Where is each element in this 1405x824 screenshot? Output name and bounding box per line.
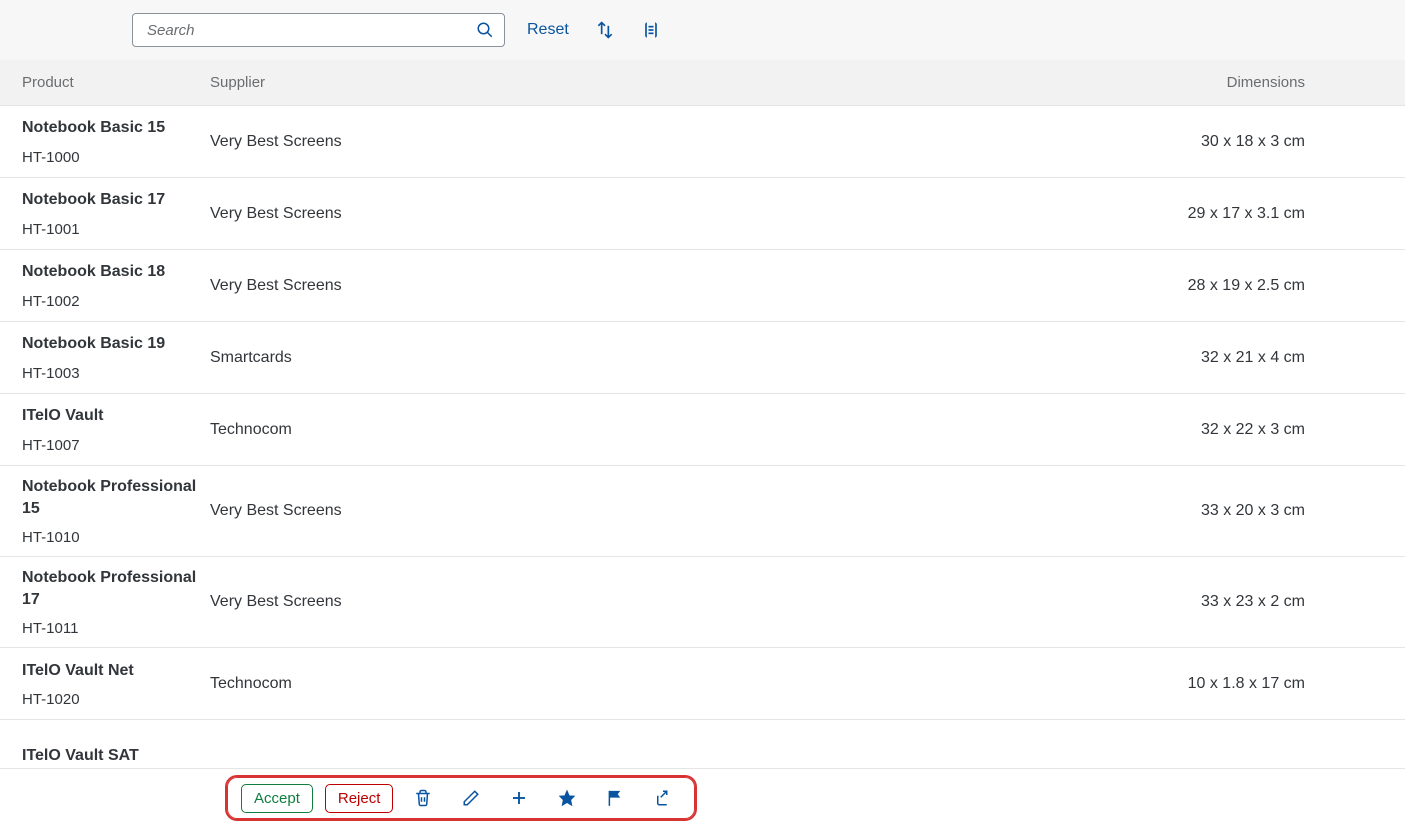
- cell-dimensions: 30 x 18 x 3 cm: [1085, 133, 1405, 151]
- product-name: ITelO Vault Net: [22, 660, 210, 682]
- table-row[interactable]: Notebook Basic 19 HT-1003Smartcards32 x 2…: [0, 322, 1405, 394]
- cell-product: ITelO Vault SAT: [0, 745, 210, 767]
- cell-product: Notebook Professional 15 HT-1010: [0, 476, 210, 546]
- star-icon: [558, 789, 576, 807]
- add-button[interactable]: [501, 781, 537, 815]
- plus-icon: [510, 789, 528, 807]
- pencil-icon: [462, 789, 480, 807]
- product-id: HT-1020: [22, 691, 210, 708]
- table-header: Product Supplier Dimensions: [0, 60, 1405, 106]
- share-button[interactable]: [645, 781, 681, 815]
- cell-supplier: Very Best Screens: [210, 277, 1085, 295]
- footer-bar: Accept Reject: [0, 768, 1405, 824]
- table-row[interactable]: ITelO Vault Net HT-1020Technocom10 x 1.8 …: [0, 648, 1405, 720]
- table-row[interactable]: Notebook Basic 15 HT-1000Very Best Screen…: [0, 106, 1405, 178]
- cell-product: ITelO Vault HT-1007: [0, 405, 210, 454]
- cell-product: Notebook Basic 19 HT-1003: [0, 333, 210, 382]
- product-name: ITelO Vault SAT: [22, 745, 210, 767]
- favorite-button[interactable]: [549, 781, 585, 815]
- cell-supplier: Technocom: [210, 421, 1085, 439]
- accept-button[interactable]: Accept: [241, 784, 313, 813]
- action-group: Accept Reject: [225, 775, 697, 821]
- column-header-supplier[interactable]: Supplier: [210, 74, 1085, 91]
- sort-icon: [595, 20, 615, 40]
- details-button[interactable]: [637, 16, 665, 44]
- table-row[interactable]: Notebook Professional 15 HT-1010Very Best…: [0, 466, 1405, 557]
- cell-product: Notebook Basic 17 HT-1001: [0, 189, 210, 238]
- cell-dimensions: 10 x 1.8 x 17 cm: [1085, 675, 1405, 693]
- cell-supplier: Technocom: [210, 675, 1085, 693]
- cell-product: ITelO Vault Net HT-1020: [0, 660, 210, 709]
- sort-button[interactable]: [591, 16, 619, 44]
- table-row[interactable]: Notebook Basic 18 HT-1002Very Best Screen…: [0, 250, 1405, 322]
- product-name: Notebook Professional 17: [22, 567, 210, 610]
- delete-button[interactable]: [405, 781, 441, 815]
- column-header-dimensions[interactable]: Dimensions: [1085, 74, 1405, 91]
- edit-button[interactable]: [453, 781, 489, 815]
- product-name: Notebook Basic 15: [22, 117, 210, 139]
- search-input[interactable]: [132, 13, 505, 47]
- cell-product: Notebook Professional 17 HT-1011: [0, 567, 210, 637]
- table-body: Notebook Basic 15HT-1000Very Best Screen…: [0, 106, 1405, 792]
- product-name: Notebook Basic 17: [22, 189, 210, 211]
- product-name: Notebook Basic 19: [22, 333, 210, 355]
- flag-icon: [606, 789, 624, 807]
- product-name: Notebook Basic 18: [22, 261, 210, 283]
- cell-dimensions: 28 x 19 x 2.5 cm: [1085, 277, 1405, 295]
- cell-product: Notebook Basic 15 HT-1000: [0, 117, 210, 166]
- search-icon-button[interactable]: [471, 16, 499, 44]
- flag-button[interactable]: [597, 781, 633, 815]
- table-row[interactable]: Notebook Basic 17 HT-1001Very Best Screen…: [0, 178, 1405, 250]
- search-icon: [476, 21, 494, 39]
- cell-dimensions: 32 x 21 x 4 cm: [1085, 349, 1405, 367]
- share-icon: [654, 789, 672, 807]
- product-id: HT-1002: [22, 293, 210, 310]
- cell-supplier: Very Best Screens: [210, 593, 1085, 611]
- toolbar: Reset: [0, 0, 1405, 60]
- table-row[interactable]: Notebook Professional 17 HT-1011Very Best…: [0, 557, 1405, 648]
- product-name: ITelO Vault: [22, 405, 210, 427]
- cell-supplier: Smartcards: [210, 349, 1085, 367]
- product-id: HT-1000: [22, 149, 210, 166]
- product-id: HT-1003: [22, 365, 210, 382]
- table-row[interactable]: ITelO Vault HT-1007Technocom32 x 22 x 3 c…: [0, 394, 1405, 466]
- product-name: Notebook Professional 15: [22, 476, 210, 519]
- cell-supplier: Very Best Screens: [210, 205, 1085, 223]
- product-id: HT-1007: [22, 437, 210, 454]
- product-id: HT-1001: [22, 221, 210, 238]
- cell-dimensions: 32 x 22 x 3 cm: [1085, 421, 1405, 439]
- cell-dimensions: 29 x 17 x 3.1 cm: [1085, 205, 1405, 223]
- search-wrapper: [132, 13, 505, 47]
- reject-button[interactable]: Reject: [325, 784, 394, 813]
- cell-dimensions: 33 x 23 x 2 cm: [1085, 593, 1405, 611]
- cell-supplier: Very Best Screens: [210, 502, 1085, 520]
- trash-icon: [414, 789, 432, 807]
- product-id: HT-1011: [22, 620, 210, 637]
- reset-button[interactable]: Reset: [523, 17, 573, 43]
- cell-supplier: Very Best Screens: [210, 133, 1085, 151]
- details-icon: [641, 20, 661, 40]
- cell-dimensions: 33 x 20 x 3 cm: [1085, 502, 1405, 520]
- cell-product: Notebook Basic 18 HT-1002: [0, 261, 210, 310]
- product-id: HT-1010: [22, 529, 210, 546]
- column-header-product[interactable]: Product: [0, 74, 210, 91]
